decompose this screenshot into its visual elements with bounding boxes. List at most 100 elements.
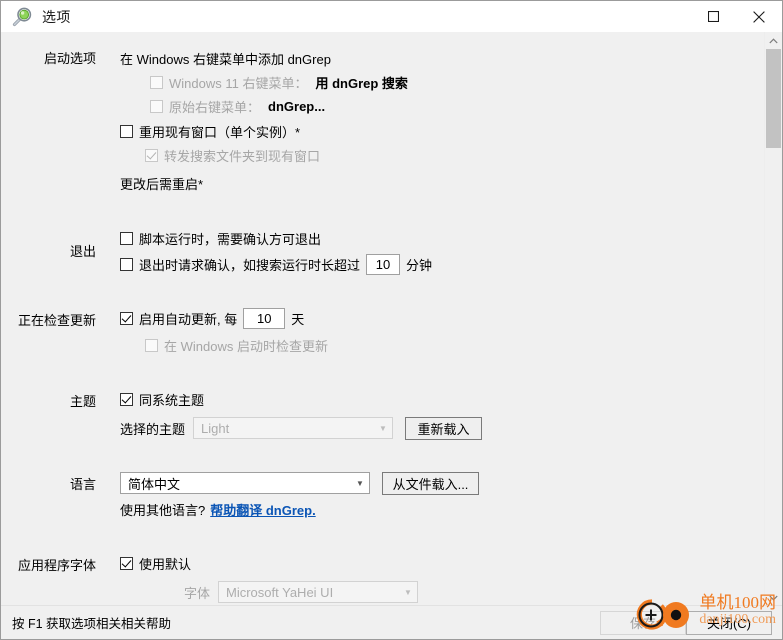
options-window: 选项 启动选项 在 Windows 右键菜单中添加 dnGrep Windows… — [0, 0, 783, 640]
theme-selector-row: 选择的主题 Light ▼ 重新载入 — [120, 416, 483, 440]
language-select[interactable]: 简体中文 ▼ — [120, 472, 370, 494]
language-select-value: 简体中文 — [128, 476, 181, 492]
reload-theme-label: 重新载入 — [417, 421, 470, 437]
win11-context-value: 用 dnGrep 搜索 — [315, 76, 408, 91]
forward-folders-label: 转发搜索文件夹到现有窗口 — [164, 149, 321, 164]
checkbox-classic-context[interactable] — [150, 100, 163, 113]
chevron-down-icon: ▼ — [404, 587, 412, 597]
font-family-select[interactable]: Microsoft YaHei UI ▼ — [218, 581, 419, 603]
font-family-row: 字体 Microsoft YaHei UI ▼ — [184, 580, 425, 604]
section-theme-fields: 同系统主题 选择的主题 Light ▼ 重新载入 — [120, 389, 483, 443]
checkbox-forward-folders[interactable] — [145, 149, 158, 162]
save-button-label: 保存 — [629, 616, 656, 631]
chevron-down-icon: ▼ — [356, 478, 364, 488]
close-button[interactable] — [736, 1, 782, 32]
auto-update-suffix: 天 — [291, 312, 305, 327]
section-app-font: 应用程序字体 使用默认 字体 Microsoft YaHei UI ▼ — [1, 553, 765, 606]
section-exit-label: 退出 — [69, 244, 96, 259]
maximize-button[interactable] — [690, 1, 736, 32]
scroll-up-arrow-icon[interactable] — [765, 32, 782, 49]
save-button[interactable]: 保存 — [600, 610, 686, 635]
startup-context-heading-line: 在 Windows 右键菜单中添加 dnGrep — [120, 48, 408, 69]
checkbox-row-confirm-script[interactable]: 脚本运行时，需要确认方可退出 — [120, 228, 432, 249]
win11-context-label: Windows 11 右键菜单： — [169, 76, 308, 91]
check-on-startup-label: 在 Windows 启动时检查更新 — [164, 339, 328, 354]
section-updates-fields: 启用自动更新, 每 天 在 Windows 启动时检查更新 — [120, 306, 328, 359]
options-content: 启动选项 在 Windows 右键菜单中添加 dnGrep Windows 11… — [1, 32, 782, 606]
checkbox-reuse-window[interactable] — [120, 125, 133, 138]
section-theme-label: 主题 — [69, 394, 96, 409]
section-startup-fields: 在 Windows 右键菜单中添加 dnGrep Windows 11 右键菜单… — [120, 48, 408, 197]
scrollbar-thumb[interactable] — [766, 49, 781, 148]
scroll-down-arrow-icon[interactable] — [765, 589, 782, 606]
checkbox-confirm-script-exit[interactable] — [120, 232, 133, 245]
load-language-from-file-button[interactable]: 从文件载入... — [382, 471, 479, 495]
checkbox-row-confirm-search[interactable]: 退出时请求确认，如搜索运行时长超过 分钟 — [120, 252, 432, 277]
dialog-buttons: 保存 关闭(C) — [600, 610, 782, 635]
checkbox-win11-context[interactable] — [150, 76, 163, 89]
section-startup: 启动选项 在 Windows 右键菜单中添加 dnGrep Windows 11… — [1, 48, 765, 197]
selected-theme-label: 选择的主题 — [120, 421, 186, 437]
startup-context-heading: 在 Windows 右键菜单中添加 dnGrep — [120, 52, 331, 67]
checkbox-row-check-on-startup[interactable]: 在 Windows 启动时检查更新 — [145, 335, 328, 356]
chevron-down-icon: ▼ — [379, 423, 387, 433]
bottom-bar: 按 F1 获取选项相关相关帮助 保存 关闭(C) — [1, 605, 782, 639]
magnifier-icon — [10, 5, 34, 29]
checkbox-row-use-default-font[interactable]: 使用默认 — [120, 553, 425, 574]
confirm-search-prefix: 退出时请求确认，如搜索运行时长超过 — [139, 258, 361, 273]
help-hint-text: 按 F1 获取选项相关相关帮助 — [12, 617, 172, 631]
checkbox-row-win11-context[interactable]: Windows 11 右键菜单： 用 dnGrep 搜索 — [150, 72, 408, 93]
restart-note-line: 更改后需重启* — [120, 173, 408, 194]
section-language: 语言 简体中文 ▼ 从文件载入... 使用其他语言? 帮助翻译 dnGrep. — [1, 471, 765, 523]
checkbox-confirm-search-exit[interactable] — [120, 258, 133, 271]
section-updates-label: 正在检查更新 — [17, 313, 96, 328]
exit-confirm-minutes-input[interactable] — [366, 254, 401, 275]
options-scroll-area: 启动选项 在 Windows 右键菜单中添加 dnGrep Windows 11… — [1, 32, 765, 606]
language-selector-row: 简体中文 ▼ 从文件载入... — [120, 471, 479, 495]
window-title: 选项 — [42, 8, 71, 25]
theme-select[interactable]: Light ▼ — [193, 417, 394, 439]
section-app-font-fields: 使用默认 字体 Microsoft YaHei UI ▼ 字体大小 Sample… — [120, 553, 425, 606]
use-default-font-label: 使用默认 — [139, 557, 192, 572]
section-exit: 退出 脚本运行时，需要确认方可退出 退出时请求确认，如搜索运行时长超过 分钟 — [1, 228, 765, 280]
vertical-scrollbar[interactable] — [764, 32, 782, 606]
section-startup-label: 启动选项 — [43, 51, 96, 66]
close-dialog-button[interactable]: 关闭(C) — [686, 610, 772, 635]
section-app-font-label: 应用程序字体 — [17, 558, 96, 573]
checkbox-use-default-font[interactable] — [120, 557, 133, 570]
section-exit-fields: 脚本运行时，需要确认方可退出 退出时请求确认，如搜索运行时长超过 分钟 — [120, 228, 432, 280]
scrollbar-track[interactable] — [765, 49, 782, 589]
checkbox-row-reuse-window[interactable]: 重用现有窗口（单个实例）* — [120, 121, 408, 142]
reuse-window-label: 重用现有窗口（单个实例）* — [139, 125, 301, 140]
theme-select-value: Light — [201, 420, 230, 436]
reload-theme-button[interactable]: 重新载入 — [405, 416, 483, 440]
checkbox-row-follow-system-theme[interactable]: 同系统主题 — [120, 389, 482, 410]
checkbox-row-auto-update[interactable]: 启用自动更新, 每 天 — [120, 306, 328, 331]
section-updates: 正在检查更新 启用自动更新, 每 天 在 Windows 启动时检查更新 — [1, 306, 765, 359]
load-language-label: 从文件载入... — [392, 476, 469, 492]
checkbox-check-on-windows-startup[interactable] — [145, 339, 158, 352]
restart-note: 更改后需重启* — [120, 177, 204, 192]
confirm-script-exit-label: 脚本运行时，需要确认方可退出 — [139, 232, 322, 247]
auto-update-prefix: 启用自动更新, 每 — [139, 312, 238, 327]
checkbox-enable-auto-update[interactable] — [120, 312, 133, 325]
font-family-value: Microsoft YaHei UI — [226, 584, 334, 600]
auto-update-days-input[interactable] — [243, 308, 286, 329]
section-language-label: 语言 — [69, 477, 96, 492]
classic-context-label: 原始右键菜单： — [169, 100, 261, 115]
close-dialog-label: 关闭(C) — [706, 616, 752, 631]
confirm-search-suffix: 分钟 — [406, 258, 433, 273]
section-theme: 主题 同系统主题 选择的主题 Light ▼ 重新载入 — [1, 389, 765, 443]
title-bar: 选项 — [1, 1, 782, 32]
checkbox-row-classic-context[interactable]: 原始右键菜单： dnGrep... — [150, 96, 408, 117]
help-translate-link[interactable]: 帮助翻译 dnGrep. — [210, 500, 315, 519]
checkbox-row-forward-folders[interactable]: 转发搜索文件夹到现有窗口 — [145, 145, 408, 166]
font-family-label: 字体 — [184, 585, 211, 601]
follow-system-theme-label: 同系统主题 — [139, 393, 205, 408]
window-controls — [690, 1, 782, 32]
other-language-text: 使用其他语言? — [120, 503, 206, 518]
classic-context-value: dnGrep... — [268, 99, 326, 114]
checkbox-follow-system-theme[interactable] — [120, 393, 133, 406]
other-language-row: 使用其他语言? 帮助翻译 dnGrep. — [120, 499, 479, 520]
section-language-fields: 简体中文 ▼ 从文件载入... 使用其他语言? 帮助翻译 dnGrep. — [120, 471, 479, 523]
